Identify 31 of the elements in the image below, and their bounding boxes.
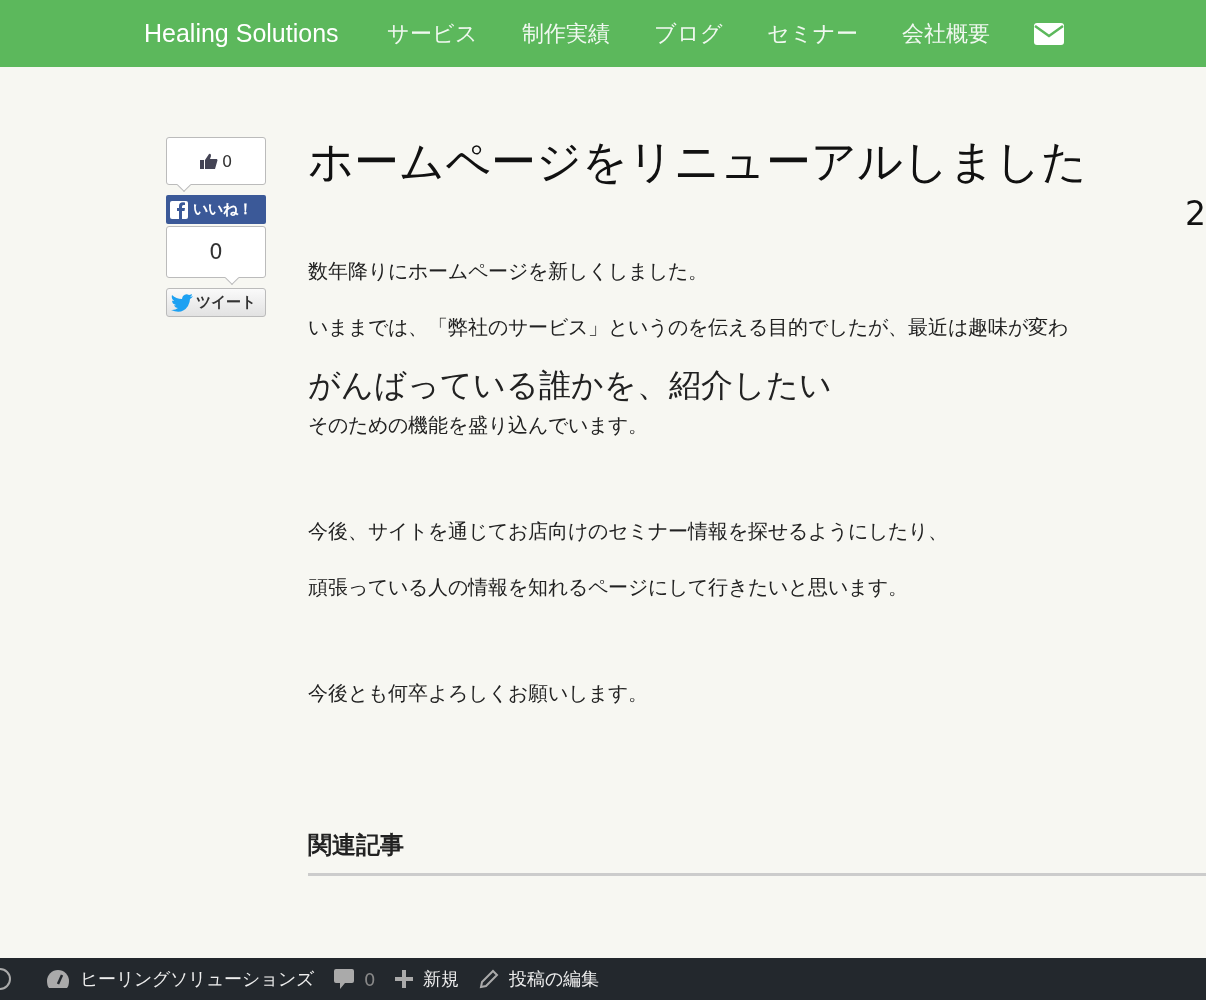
site-brand[interactable]: Healing Solutions <box>144 19 339 48</box>
edit-post-link[interactable]: 投稿の編集 <box>479 967 600 991</box>
dashboard-icon <box>46 969 70 989</box>
paragraph: 今後、サイトを通じてお店向けのセミナー情報を探せるようにしたり、 <box>308 518 949 545</box>
nav-link[interactable]: 制作実績 <box>521 18 610 49</box>
tweet-button[interactable]: ツイート <box>166 288 266 317</box>
speech-bubble-icon <box>334 968 354 990</box>
paragraph: いままでは、「弊社のサービス」というのを伝える目的でしたが、最近は趣味が変わ <box>308 314 1069 341</box>
pencil-icon <box>479 969 500 989</box>
thumbs-up-icon <box>199 153 218 169</box>
post-title: ホームページをリニューアルしました <box>308 134 1088 190</box>
facebook-icon <box>170 200 188 219</box>
related-posts-heading: 関連記事 <box>308 830 405 861</box>
paragraph: 頑張っている人の情報を知れるページにして行きたいと思います。 <box>308 574 909 601</box>
paragraph: 数年降りにホームページを新しくしました。 <box>308 258 709 285</box>
plus-icon <box>395 970 414 988</box>
nav-link[interactable]: セミナー <box>766 18 858 49</box>
bird-icon <box>171 293 193 312</box>
section-heading: がんばっている誰かを、紹介したい <box>308 365 833 406</box>
tweet-count: 0 <box>209 240 223 264</box>
paragraph: そのための機能を盛り込んでいます。 <box>308 412 649 439</box>
nav-link[interactable]: サービス <box>386 18 478 49</box>
new-post-link[interactable]: 新規 <box>395 967 460 991</box>
like-count: 0 <box>221 151 233 171</box>
comments-link[interactable]: 0 <box>334 968 376 990</box>
facebook-like-button[interactable]: いいね！ <box>166 195 266 224</box>
nav-link[interactable]: ブログ <box>653 18 723 49</box>
site-name-link[interactable]: ヒーリングソリューションズ <box>46 967 314 991</box>
post-date: 2 <box>1185 194 1206 233</box>
nav-link[interactable]: 会社概要 <box>901 18 990 49</box>
paragraph: 今後とも何卒よろしくお願いします。 <box>308 680 649 707</box>
